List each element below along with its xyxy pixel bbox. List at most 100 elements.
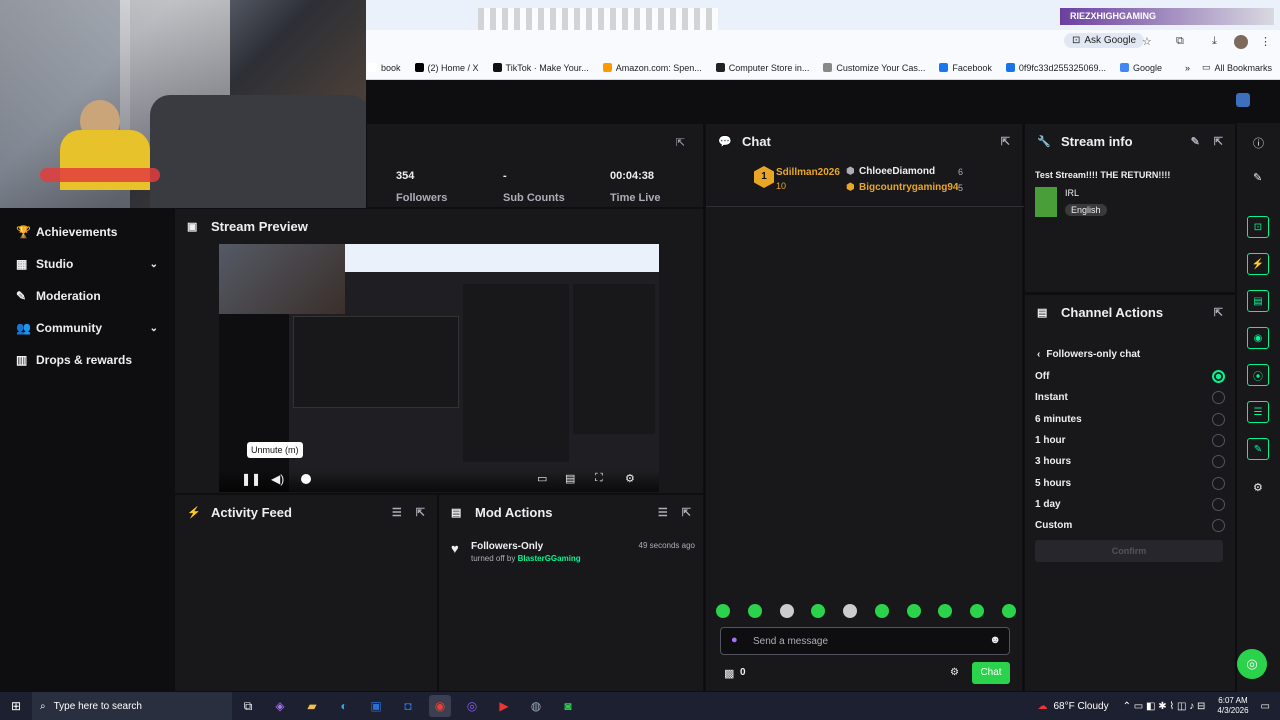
back-button[interactable]: ‹ Followers-only chat <box>1037 349 1140 360</box>
popout-icon[interactable]: ⇱ <box>1001 135 1010 148</box>
popout-icon[interactable]: ⇱ <box>1214 135 1223 148</box>
profile-banner[interactable]: RIEZXHIGHGAMING <box>1060 8 1274 25</box>
followers-only-option[interactable]: Instant <box>1035 387 1225 408</box>
settings-icon[interactable]: ⚙ <box>625 472 635 485</box>
stream-category[interactable]: IRL <box>1065 188 1079 198</box>
edit-icon[interactable]: ✎ <box>1253 171 1262 184</box>
volume-slider[interactable] <box>301 474 311 484</box>
bookmark-item[interactable]: (2) Home / X <box>414 63 479 73</box>
emote-icon[interactable] <box>779 604 794 618</box>
popout-icon[interactable]: ⇱ <box>1214 306 1223 319</box>
emoji-icon[interactable]: ☻ <box>989 634 1001 646</box>
popout-icon[interactable]: ⇱ <box>416 506 425 519</box>
youtube-icon[interactable]: ▶ <box>493 695 515 717</box>
pause-icon[interactable]: ❚❚ <box>241 472 261 486</box>
info-icon[interactable]: ⓘ <box>1253 135 1264 151</box>
radio-button[interactable] <box>1212 391 1225 405</box>
popout-icon[interactable]: ⇱ <box>682 506 691 519</box>
emote-icon[interactable] <box>906 604 921 618</box>
copilot-icon[interactable]: ◈ <box>269 695 291 717</box>
theater-icon[interactable]: ▭ <box>537 472 547 485</box>
rail-button[interactable]: ⚡ <box>1247 253 1269 275</box>
radio-button[interactable] <box>1212 434 1225 448</box>
steam-icon[interactable]: ◍ <box>525 695 547 717</box>
sidebar-item-achievements[interactable]: 🏆 Achievements <box>0 216 174 248</box>
settings-icon[interactable]: ⚙ <box>950 667 959 678</box>
leader-name[interactable]: Sdillman2026 <box>776 167 840 178</box>
tab-search-icon[interactable]: ⧉ <box>1176 35 1184 48</box>
help-icon[interactable]: ◎ <box>1237 649 1267 679</box>
bookmark-item[interactable]: TikTok · Make Your... <box>492 63 589 73</box>
radio-button[interactable] <box>1212 370 1225 384</box>
confirm-button[interactable]: Confirm <box>1035 540 1223 562</box>
emote-icon[interactable] <box>747 604 762 618</box>
sidebar-item-studio[interactable]: ▦ Studio ⌄ <box>0 248 174 280</box>
taskbar-search[interactable]: ⌕ Type here to search <box>32 692 232 720</box>
emote-icon[interactable] <box>970 604 985 618</box>
bookmark-item[interactable]: book <box>368 63 401 73</box>
chat-input[interactable]: ● Send a message ☻ <box>720 627 1010 655</box>
leader-name[interactable]: Bigcountrygaming94 <box>859 182 958 193</box>
mod-action-actor[interactable]: BlasterGGaming <box>518 554 581 563</box>
followers-only-option[interactable]: 6 minutes <box>1035 409 1225 430</box>
bookmark-item[interactable]: Computer Store in... <box>715 63 809 73</box>
download-icon[interactable]: ⤓ <box>1212 35 1217 48</box>
file-explorer-icon[interactable]: ▰ <box>301 695 323 717</box>
windows-start-icon[interactable]: ⊞ <box>5 695 27 717</box>
emote-icon[interactable] <box>843 604 858 618</box>
rail-button[interactable]: ◉ <box>1247 327 1269 349</box>
menu-icon[interactable]: ⋮ <box>1260 35 1271 48</box>
clip-icon[interactable]: ▤ <box>565 472 575 485</box>
edge-icon[interactable]: ◐ <box>333 695 355 717</box>
bookmark-item[interactable]: Customize Your Cas... <box>823 63 925 73</box>
streaming-app-icon[interactable]: ◙ <box>557 695 579 717</box>
all-bookmarks[interactable]: ▭ All Bookmarks <box>1202 62 1272 73</box>
task-view-icon[interactable]: ⧉ <box>237 695 259 717</box>
chevron-down-icon[interactable]: ⌄ <box>150 259 158 270</box>
app-icon[interactable]: ◎ <box>461 695 483 717</box>
chevron-right-icon[interactable]: » <box>1185 63 1190 73</box>
user-icon[interactable] <box>1236 93 1250 107</box>
emote-icon[interactable] <box>716 604 730 618</box>
rail-button[interactable]: ✎ <box>1247 438 1269 460</box>
radio-button[interactable] <box>1212 497 1225 511</box>
sidebar-item-community[interactable]: 👥 Community ⌄ <box>0 312 174 344</box>
radio-button[interactable] <box>1212 476 1225 490</box>
bookmark-item[interactable]: 0f9fc33d255325069... <box>1005 63 1106 73</box>
followers-only-option[interactable]: Off <box>1035 366 1225 387</box>
followers-only-option[interactable]: 1 day <box>1035 494 1225 515</box>
followers-only-option[interactable]: 5 hours <box>1035 472 1225 493</box>
followers-only-option[interactable]: 3 hours <box>1035 451 1225 472</box>
ask-google-button[interactable]: ⊡ Ask Google <box>1064 33 1145 48</box>
bookmark-item[interactable]: Google <box>1120 63 1162 73</box>
store-icon[interactable]: ▣ <box>365 695 387 717</box>
radio-button[interactable] <box>1212 455 1225 469</box>
emote-icon[interactable] <box>811 604 826 618</box>
rail-button[interactable]: ⦿ <box>1247 364 1269 386</box>
filter-icon[interactable]: ☰ <box>392 506 402 519</box>
weather-widget[interactable]: ☁ 68°F Cloudy <box>1037 701 1108 712</box>
bookmark-item[interactable]: Amazon.com: Spen... <box>602 63 702 73</box>
video-player[interactable]: ❚❚ ◀) ▭ ▤ ⛶ ⚙ Unmute (m) <box>219 244 659 492</box>
emote-icon[interactable] <box>1001 604 1016 618</box>
notification-icon[interactable]: ▭ <box>1261 701 1270 712</box>
add-panel-icon[interactable]: ⚙ <box>1253 481 1263 494</box>
mic-icon[interactable]: ● <box>731 634 738 646</box>
filter-icon[interactable]: ☰ <box>658 506 668 519</box>
emote-icon[interactable] <box>874 604 889 618</box>
outlook-icon[interactable]: ◘ <box>397 695 419 717</box>
chevron-down-icon[interactable]: ⌄ <box>150 323 158 334</box>
sidebar-item-moderation[interactable]: ✎ Moderation <box>0 280 174 312</box>
radio-button[interactable] <box>1212 519 1225 533</box>
followers-only-option[interactable]: Custom <box>1035 515 1225 536</box>
edit-icon[interactable]: ✎ <box>1191 135 1200 148</box>
chrome-icon[interactable]: ◉ <box>429 695 451 717</box>
bookmark-item[interactable]: Facebook <box>939 63 992 73</box>
avatar[interactable] <box>1234 35 1248 49</box>
emote-icon[interactable] <box>938 604 953 618</box>
leader-name[interactable]: ChloeeDiamond <box>859 166 935 177</box>
star-icon[interactable]: ☆ <box>1142 35 1152 48</box>
fullscreen-icon[interactable]: ⛶ <box>595 472 603 485</box>
rail-button[interactable]: ▤ <box>1247 290 1269 312</box>
followers-only-option[interactable]: 1 hour <box>1035 430 1225 451</box>
